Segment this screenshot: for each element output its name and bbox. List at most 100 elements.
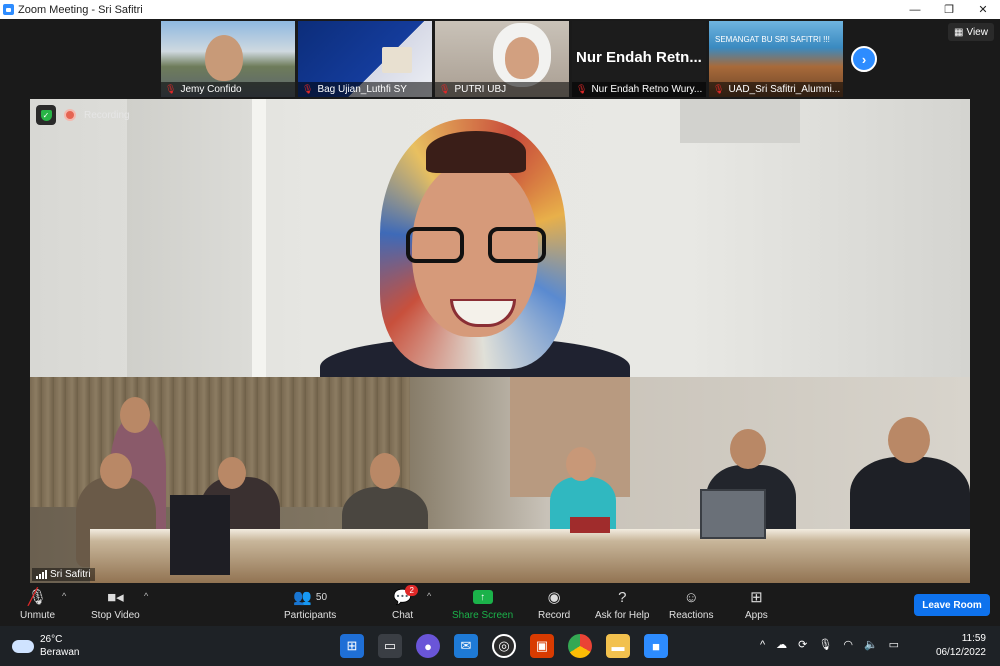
- chat-options-chevron-icon[interactable]: ^: [427, 591, 431, 601]
- meeting-stage: 🎙 Jemy Confido 🎙 Bag Ujian_Luthfi SY 🎙 P…: [0, 19, 1000, 583]
- glasses-left-lens: [406, 227, 464, 263]
- mail-icon[interactable]: ✉: [454, 634, 478, 658]
- participants-count: 50: [315, 591, 328, 603]
- sync-icon[interactable]: ⟳: [798, 638, 807, 651]
- participant-nameplate: 🎙 Nur Endah Retno Wury...: [572, 82, 706, 97]
- participant-nameplate: 🎙 Bag Ujian_Luthfi SY: [298, 82, 432, 97]
- recording-indicator: ✓ Recording: [36, 105, 130, 125]
- weather-widget[interactable]: 26°C Berawan: [12, 633, 79, 659]
- active-speaker-video[interactable]: ✓ Recording Sri Safitri: [30, 99, 970, 583]
- windows-start-icon[interactable]: ⊞: [340, 634, 364, 658]
- teams-chat-icon[interactable]: ●: [416, 634, 440, 658]
- restore-button[interactable]: ❐: [932, 0, 966, 19]
- unmute-label: Unmute: [20, 610, 56, 621]
- microphone-icon[interactable]: 🎙: [818, 638, 832, 651]
- title-bar: Zoom Meeting - Sri Safitri — ❐ ✕: [0, 0, 1000, 19]
- speaker-nameplate: Sri Safitri: [32, 568, 95, 581]
- zoom-app-icon: [3, 4, 14, 15]
- participants-label: Participants: [284, 610, 337, 621]
- person-head: [120, 397, 150, 433]
- record-icon: ◉: [547, 589, 561, 606]
- participant-name: UAD_Sri Safitri_Alumni...: [728, 84, 841, 95]
- participant-thumbnail[interactable]: SEMANGAT BU SRI SAFITRI !!! 🎙 UAD_Sri Sa…: [709, 21, 843, 97]
- cloud-icon: [12, 639, 34, 653]
- mic-off-icon: 🎙: [302, 84, 314, 94]
- record-button[interactable]: ◉ Record: [538, 587, 570, 621]
- group-banner-text: SEMANGAT BU SRI SAFITRI !!!: [715, 35, 830, 44]
- participant-face: [505, 37, 539, 79]
- audio-options-chevron-icon[interactable]: ^: [62, 591, 66, 601]
- stop-video-button[interactable]: ■◂ Stop Video: [91, 587, 140, 621]
- smiley-icon: ☺: [683, 588, 699, 606]
- clock-date: 06/12/2022: [935, 647, 986, 658]
- laptop: [700, 489, 766, 539]
- task-view-icon[interactable]: ▭: [378, 634, 402, 658]
- unmute-button[interactable]: 🎙 ╱ Unmute: [20, 587, 55, 621]
- person-head: [100, 453, 132, 489]
- participant-thumbnail[interactable]: 🎙 Bag Ujian_Luthfi SY: [298, 21, 432, 97]
- apps-button[interactable]: ⊞ Apps: [745, 587, 768, 621]
- participant-thumbnail[interactable]: 🎙 Jemy Confido: [161, 21, 295, 97]
- participant-name: Jemy Confido: [180, 84, 242, 95]
- participant-thumbnail-strip: 🎙 Jemy Confido 🎙 Bag Ujian_Luthfi SY 🎙 P…: [161, 21, 843, 97]
- reactions-button[interactable]: ☺ Reactions: [669, 587, 713, 622]
- view-button[interactable]: ▦ View: [948, 23, 994, 41]
- chrome-icon[interactable]: [568, 634, 592, 658]
- leave-room-button[interactable]: Leave Room: [914, 594, 990, 616]
- desktop-monitor: [170, 495, 230, 575]
- participant-name-display: Nur Endah Retn...: [576, 49, 702, 66]
- participant-nameplate: 🎙 PUTRI UBJ: [435, 82, 569, 97]
- mic-off-icon: 🎙: [165, 84, 177, 94]
- taskbar-clock[interactable]: 11:59 06/12/2022: [936, 632, 986, 660]
- view-label: View: [966, 26, 988, 38]
- participant-name: Bag Ujian_Luthfi SY: [317, 84, 407, 95]
- chat-button[interactable]: 💬 2 Chat: [392, 585, 418, 621]
- speaker-icon[interactable]: 🔈: [864, 638, 878, 651]
- share-screen-label: Share Screen: [452, 610, 514, 621]
- ask-for-help-button[interactable]: ? Ask for Help: [595, 587, 649, 622]
- taskbar-pinned-apps: ⊞ ▭ ● ✉ ◎ ▣ ▬ ■: [340, 634, 668, 658]
- chevron-right-icon: ›: [861, 51, 867, 67]
- participant-name: PUTRI UBJ: [454, 84, 507, 95]
- weather-condition: Berawan: [40, 647, 80, 658]
- building-image: [382, 47, 412, 73]
- next-page-button[interactable]: ›: [851, 46, 877, 72]
- minimize-button[interactable]: —: [898, 0, 932, 19]
- person-head: [888, 417, 930, 463]
- person-head: [566, 447, 596, 481]
- share-screen-button[interactable]: ↑ Share Screen: [452, 587, 513, 621]
- file-explorer-icon[interactable]: ▬: [606, 634, 630, 658]
- participant-thumbnail[interactable]: Nur Endah Retn... 🎙 Nur Endah Retno Wury…: [572, 21, 706, 97]
- zoom-taskbar-icon[interactable]: ■: [644, 634, 668, 658]
- window-title: Zoom Meeting - Sri Safitri: [18, 3, 143, 16]
- camera-app-icon[interactable]: ◎: [492, 634, 516, 658]
- video-camera-icon: ■◂: [107, 589, 124, 606]
- person-head: [730, 429, 766, 469]
- person-head: [370, 453, 400, 489]
- onedrive-cloud-icon[interactable]: ☁: [776, 638, 787, 651]
- apps-icon: ⊞: [750, 589, 763, 606]
- recording-dot-icon: [64, 109, 76, 121]
- chat-unread-badge: 2: [405, 585, 418, 596]
- windows-taskbar: 26°C Berawan ⊞ ▭ ● ✉ ◎ ▣ ▬ ■ ^ ☁ ⟳ 🎙 ◠ 🔈…: [0, 626, 1000, 666]
- stop-video-label: Stop Video: [91, 610, 140, 621]
- security-shield-icon[interactable]: ✓: [36, 105, 56, 125]
- battery-icon[interactable]: ▭: [889, 638, 899, 651]
- chat-label: Chat: [392, 610, 414, 621]
- participants-button[interactable]: 👥 50 Participants: [284, 587, 336, 621]
- person-head: [218, 457, 246, 489]
- participant-nameplate: 🎙 Jemy Confido: [161, 82, 295, 97]
- chevron-up-icon[interactable]: ^: [760, 639, 765, 651]
- share-screen-icon: ↑: [472, 590, 493, 604]
- close-button[interactable]: ✕: [966, 0, 1000, 19]
- participant-thumbnail[interactable]: 🎙 PUTRI UBJ: [435, 21, 569, 97]
- participant-face: [205, 35, 243, 81]
- video-options-chevron-icon[interactable]: ^: [144, 591, 148, 601]
- temperature: 26°C: [40, 634, 63, 645]
- signal-strength-icon: [36, 570, 47, 579]
- top-video-feed: [30, 99, 970, 397]
- wifi-icon[interactable]: ◠: [843, 638, 853, 651]
- participant-name: Nur Endah Retno Wury...: [591, 84, 703, 95]
- office-icon[interactable]: ▣: [530, 634, 554, 658]
- speaker-name: Sri Safitri: [50, 569, 91, 580]
